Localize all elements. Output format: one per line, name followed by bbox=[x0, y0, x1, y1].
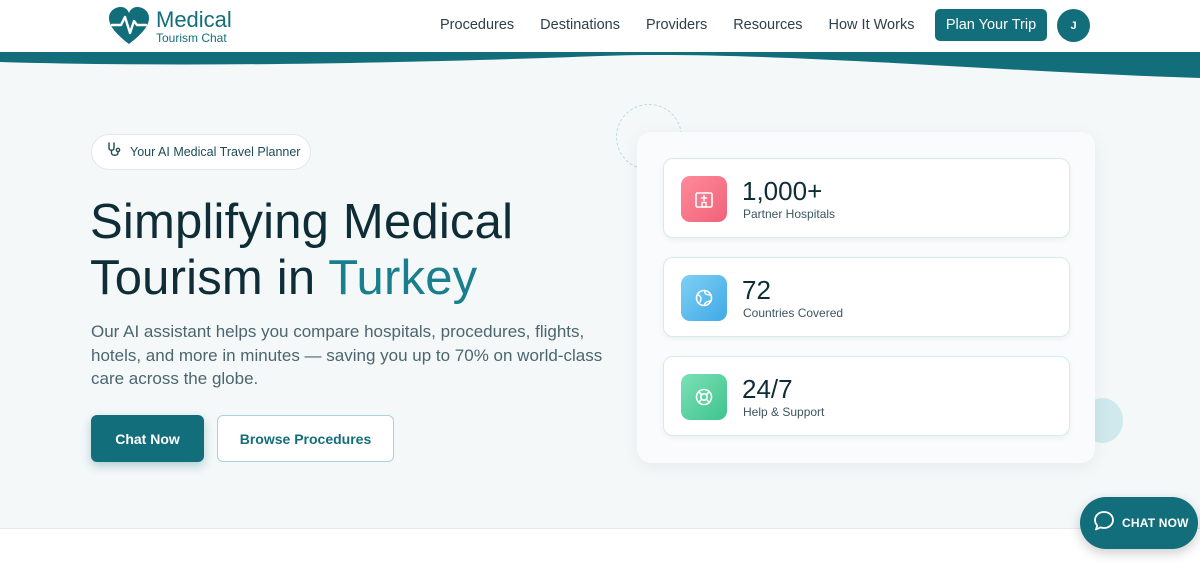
stat-label: Partner Hospitals bbox=[743, 207, 836, 221]
brand-title: Medical bbox=[156, 6, 232, 32]
site-header: Medical Tourism Chat Procedures Destinat… bbox=[0, 0, 1200, 52]
stat-card-hospitals: 1,000+ Partner Hospitals bbox=[663, 158, 1070, 238]
stat-value: 72 bbox=[742, 275, 771, 305]
stat-label: Countries Covered bbox=[743, 306, 844, 320]
stat-value: 24/7 bbox=[742, 374, 793, 404]
plan-your-trip-button[interactable]: Plan Your Trip bbox=[935, 9, 1047, 41]
ai-planner-badge: Your AI Medical Travel Planner bbox=[91, 134, 311, 170]
section-divider bbox=[0, 528, 1200, 529]
headline-line2: Tourism in bbox=[90, 251, 329, 305]
stethoscope-icon bbox=[106, 141, 122, 163]
hospital-icon bbox=[681, 176, 727, 222]
chat-widget-label: CHAT NOW bbox=[1122, 516, 1189, 530]
chat-now-button[interactable]: Chat Now bbox=[91, 415, 204, 462]
hero-description: Our AI assistant helps you compare hospi… bbox=[91, 322, 603, 388]
brand-subtitle: Tourism Chat bbox=[156, 30, 227, 45]
stats-panel: 1,000+ Partner Hospitals 72 Countries Co… bbox=[637, 132, 1095, 463]
headline-accent: Turkey bbox=[328, 251, 478, 305]
lifebuoy-icon bbox=[681, 374, 727, 420]
nav-providers[interactable]: Providers bbox=[646, 17, 707, 33]
brand-logo[interactable]: Medical Tourism Chat bbox=[106, 6, 246, 46]
nav-procedures[interactable]: Procedures bbox=[440, 17, 514, 33]
stat-card-support: 24/7 Help & Support bbox=[663, 356, 1070, 436]
heart-pulse-icon bbox=[106, 6, 152, 46]
badge-label: Your AI Medical Travel Planner bbox=[130, 145, 301, 159]
stat-value: 1,000+ bbox=[742, 176, 823, 206]
chat-widget-button[interactable]: CHAT NOW bbox=[1080, 497, 1198, 549]
nav-how-it-works[interactable]: How It Works bbox=[829, 17, 915, 33]
header-wave-decoration bbox=[0, 50, 1200, 78]
stat-label: Help & Support bbox=[743, 405, 825, 419]
browse-procedures-button[interactable]: Browse Procedures bbox=[217, 415, 394, 462]
globe-icon bbox=[681, 275, 727, 321]
user-avatar[interactable]: J bbox=[1057, 9, 1090, 42]
nav-destinations[interactable]: Destinations bbox=[540, 17, 620, 33]
stat-card-countries: 72 Countries Covered bbox=[663, 257, 1070, 337]
main-nav: Procedures Destinations Providers Resour… bbox=[440, 0, 940, 50]
nav-resources[interactable]: Resources bbox=[733, 17, 802, 33]
chat-bubble-icon bbox=[1092, 509, 1116, 538]
headline-line1: Simplifying Medical bbox=[90, 195, 514, 249]
hero-headline: Simplifying Medical Tourism in Turkey bbox=[90, 194, 610, 306]
